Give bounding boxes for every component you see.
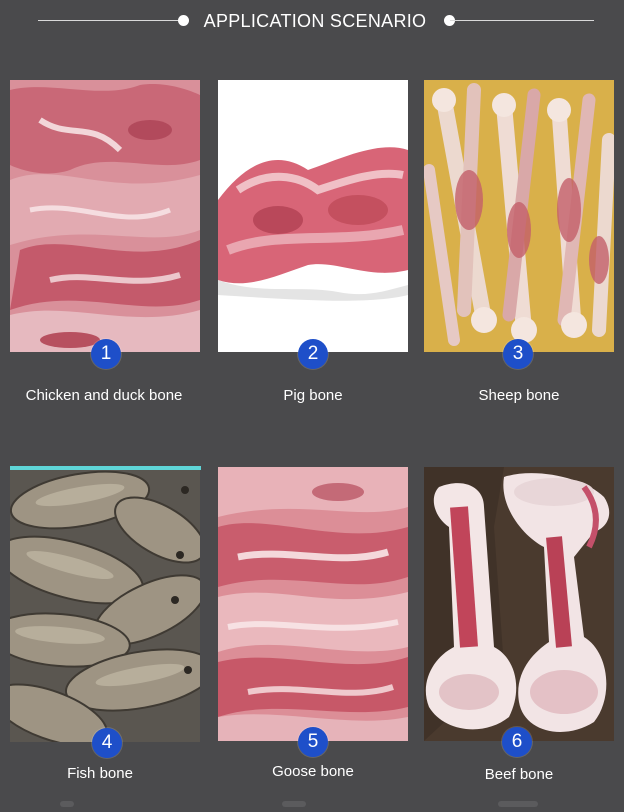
section-header: APPLICATION SCENARIO <box>0 0 624 50</box>
fish-bone-photo <box>10 470 200 742</box>
header-divider-right <box>450 20 594 21</box>
badge-2: 2 <box>298 339 328 369</box>
badge-6: 6 <box>502 727 532 757</box>
pig-bone-photo <box>218 80 408 352</box>
label-goose-bone: Goose bone <box>272 763 354 780</box>
badge-4: 4 <box>92 728 122 758</box>
label-sheep-bone: Sheep bone <box>478 387 560 404</box>
header-divider-left <box>38 20 182 21</box>
chicken-duck-bone-photo <box>10 80 200 352</box>
label-beef-bone: Beef bone <box>484 766 554 783</box>
badge-1: 1 <box>91 339 121 369</box>
section-title: APPLICATION SCENARIO <box>203 11 427 31</box>
footer-fragment-mid <box>282 801 306 807</box>
beef-bone-photo <box>424 467 614 741</box>
badge-5: 5 <box>298 727 328 757</box>
goose-bone-photo <box>218 467 408 741</box>
footer-fragment-left <box>60 801 74 807</box>
header-dot-left <box>178 15 189 26</box>
sheep-bone-photo <box>424 80 614 352</box>
footer-fragment-right <box>498 801 538 807</box>
badge-3: 3 <box>503 339 533 369</box>
label-chicken-duck-bone: Chicken and duck bone <box>25 387 183 404</box>
label-fish-bone: Fish bone <box>67 765 133 782</box>
label-pig-bone: Pig bone <box>283 387 343 404</box>
